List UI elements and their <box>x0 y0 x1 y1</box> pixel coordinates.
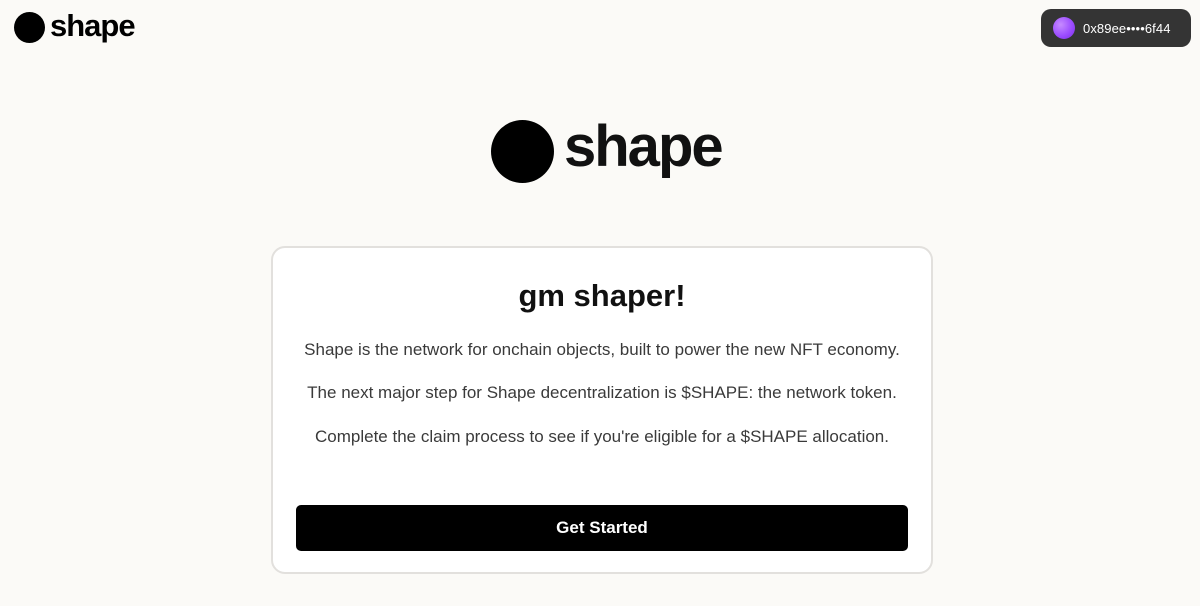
card-paragraph: Complete the claim process to see if you… <box>315 427 889 446</box>
wallet-avatar-icon <box>1053 17 1075 39</box>
card-paragraph: The next major step for Shape decentrali… <box>307 383 897 402</box>
wallet-button[interactable]: 0x89ee••••6f44 <box>1041 9 1191 47</box>
card-title: gm shaper! <box>518 278 686 313</box>
card-paragraph: Shape is the network for onchain objects… <box>304 340 900 359</box>
hero-logo-text: shape <box>564 113 724 179</box>
header-logo[interactable]: shape <box>14 8 136 43</box>
hero-logo: shape <box>491 113 724 183</box>
header-logo-text: shape <box>50 8 136 43</box>
welcome-card: gm shaper! Shape is the network for onch… <box>271 246 933 574</box>
get-started-button[interactable]: Get Started <box>296 505 908 551</box>
shape-logo-icon <box>14 12 45 43</box>
wallet-address: 0x89ee••••6f44 <box>1083 20 1171 36</box>
shape-logo-icon <box>491 120 554 183</box>
